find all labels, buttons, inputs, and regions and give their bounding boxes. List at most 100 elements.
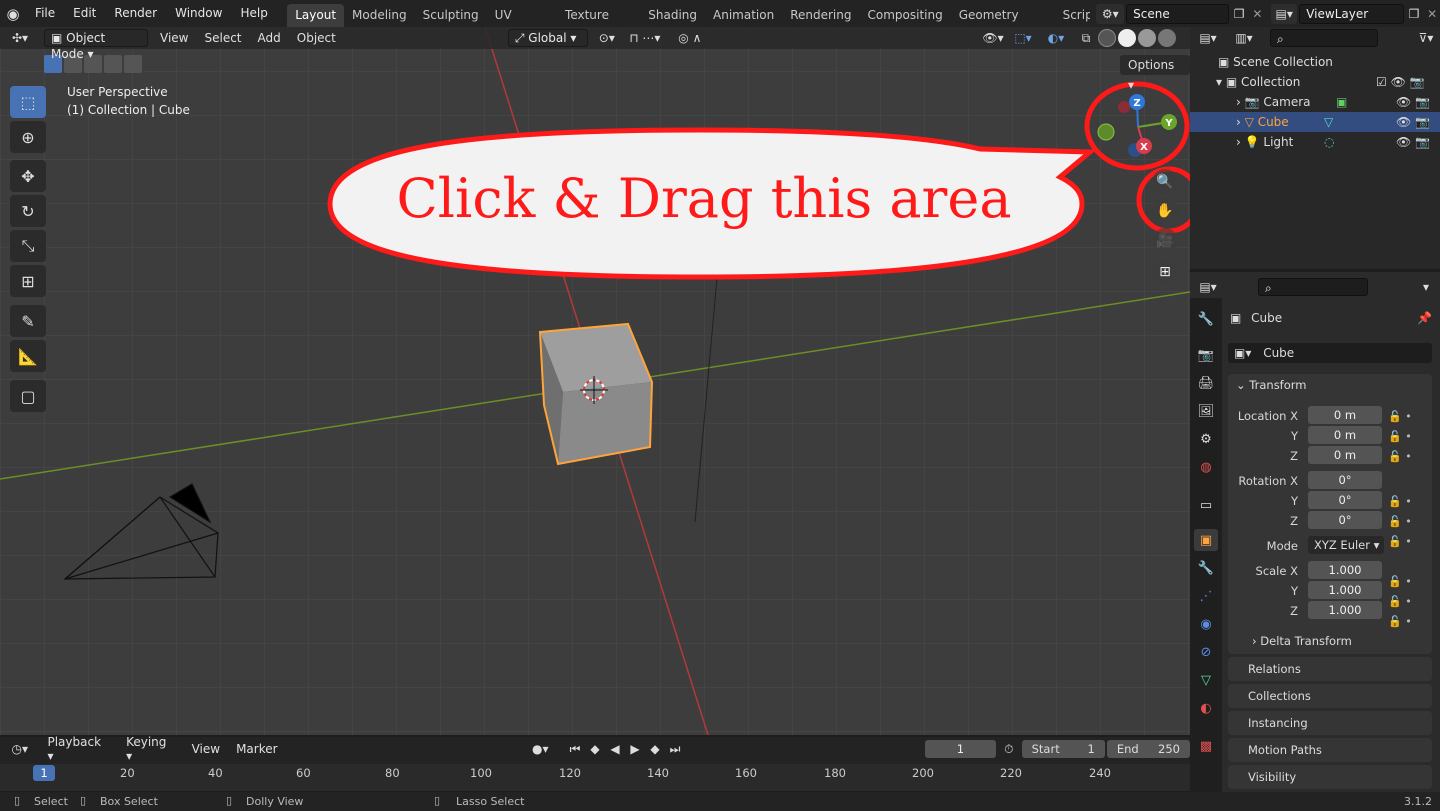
scale-y-field[interactable]: 1.000 bbox=[1308, 581, 1382, 599]
new-view-layer-icon[interactable]: ❐ bbox=[1404, 7, 1425, 21]
props-menu-icon[interactable]: ▾ bbox=[1412, 280, 1440, 294]
rotation-y-field[interactable]: 0° bbox=[1308, 491, 1382, 509]
scale-tool-icon[interactable]: ⤡ bbox=[10, 230, 46, 262]
tab-geometry-nodes[interactable]: Geometry Nodes bbox=[951, 4, 1055, 45]
tab-texture-paint[interactable]: Texture Paint bbox=[557, 4, 640, 45]
material-tab-icon[interactable]: ◐ bbox=[1194, 697, 1218, 719]
delete-scene-icon[interactable]: ✕ bbox=[1250, 7, 1266, 21]
relations-panel[interactable]: Relations bbox=[1228, 657, 1432, 681]
current-frame-indicator[interactable]: 1 bbox=[33, 765, 55, 781]
view-menu[interactable]: View bbox=[152, 31, 196, 45]
tab-shading[interactable]: Shading bbox=[640, 4, 705, 27]
editor-type-icon[interactable]: ✣▾ bbox=[0, 31, 40, 45]
snap-icon[interactable]: ⊓ ⋯▾ bbox=[622, 31, 668, 45]
delta-transform-header[interactable]: › Delta Transform bbox=[1252, 634, 1352, 648]
collection-tab-icon[interactable]: ▭ bbox=[1194, 494, 1218, 516]
tab-scripting[interactable]: Scripting bbox=[1055, 4, 1091, 27]
view-layer-field[interactable]: ViewLayer bbox=[1299, 3, 1404, 24]
shading-modes[interactable] bbox=[1098, 29, 1176, 47]
rotation-z-field[interactable]: 0° bbox=[1308, 511, 1382, 529]
outliner-editor-icon[interactable]: ▤▾ bbox=[1190, 31, 1226, 45]
rotation-mode-dropdown[interactable]: XYZ Euler ▾ bbox=[1308, 536, 1384, 554]
tab-sculpting[interactable]: Sculpting bbox=[415, 4, 487, 27]
outliner-item-light[interactable]: › 💡 Light ◌ 👁 📷 bbox=[1190, 132, 1440, 152]
scene-field[interactable]: Scene bbox=[1126, 3, 1229, 24]
scale-z-field[interactable]: 1.000 bbox=[1308, 601, 1382, 619]
record-icon[interactable]: ●▾ bbox=[521, 742, 560, 756]
zoom-icon[interactable]: 🔍 bbox=[1152, 169, 1178, 195]
particles-tab-icon[interactable]: ⋰ bbox=[1194, 585, 1218, 607]
object-tab-icon[interactable]: ▣ bbox=[1194, 529, 1218, 551]
gizmo-toggle-icon[interactable]: ⬚▾ bbox=[1008, 31, 1038, 45]
data-tab-icon[interactable]: ▽ bbox=[1194, 669, 1218, 691]
add-cube-tool-icon[interactable]: ▢ bbox=[10, 380, 46, 412]
new-scene-icon[interactable]: ❐ bbox=[1229, 7, 1250, 21]
playback-menu[interactable]: Playback ▾ bbox=[39, 735, 118, 763]
lock-icons[interactable]: 🔓 • 🔓 • 🔓 • 🔓 • 🔓 • 🔓 • 🔓 • 🔓 • 🔓 • bbox=[1388, 407, 1424, 632]
timeline-view-menu[interactable]: View bbox=[184, 742, 228, 756]
3d-viewport[interactable]: Click & Drag this area Z Y X User Perspe… bbox=[0, 27, 1190, 735]
rotate-tool-icon[interactable]: ↻ bbox=[10, 195, 46, 227]
add-menu[interactable]: Add bbox=[250, 31, 289, 45]
move-tool-icon[interactable]: ✥ bbox=[10, 160, 46, 192]
timeline-editor-icon[interactable]: ◷▾ bbox=[0, 742, 39, 756]
output-tab-icon[interactable]: 🖨 bbox=[1194, 372, 1218, 394]
props-editor-icon[interactable]: ▤▾ bbox=[1190, 280, 1226, 294]
rotation-x-field[interactable]: 0° bbox=[1308, 471, 1382, 489]
menu-window[interactable]: Window bbox=[166, 0, 231, 27]
outliner-scene-collection[interactable]: ▣ Scene Collection bbox=[1190, 52, 1440, 72]
navigation-gizmo[interactable]: Z Y X bbox=[1090, 90, 1190, 170]
scale-x-field[interactable]: 1.000 bbox=[1308, 561, 1382, 579]
constraints-tab-icon[interactable]: ⊘ bbox=[1194, 641, 1218, 663]
measure-tool-icon[interactable]: 📐 bbox=[10, 340, 46, 372]
menu-help[interactable]: Help bbox=[231, 0, 276, 27]
menu-edit[interactable]: Edit bbox=[64, 0, 105, 27]
outliner-collection[interactable]: ▾ ▣ Collection ☑ 👁 📷 bbox=[1190, 72, 1440, 92]
cursor-tool-icon[interactable]: ⊕ bbox=[10, 121, 46, 153]
overlay-toggle-icon[interactable]: ◐▾ bbox=[1038, 31, 1074, 45]
object-name-field[interactable]: ▣▾ Cube bbox=[1228, 343, 1432, 363]
transform-orientation-dropdown[interactable]: ⤢ Global ▾ bbox=[507, 29, 588, 47]
view-layer-icon[interactable]: ▤▾ bbox=[1271, 3, 1298, 24]
texture-tab-icon[interactable]: ▩ bbox=[1194, 735, 1218, 757]
scene-tab-icon[interactable]: ⚙ bbox=[1194, 428, 1218, 450]
end-frame-field[interactable]: End 250 bbox=[1106, 740, 1190, 758]
select-tool-icon[interactable]: ⬚ bbox=[10, 86, 46, 118]
instancing-panel[interactable]: Instancing bbox=[1228, 711, 1432, 735]
location-z-field[interactable]: 0 m bbox=[1308, 446, 1382, 464]
outliner-item-cube[interactable]: › ▽ Cube ▽ 👁 📷 bbox=[1190, 112, 1440, 132]
mode-dropdown[interactable]: ▣ Object Mode ▾ bbox=[44, 29, 148, 61]
filter-icon[interactable]: ⊽▾ bbox=[1412, 31, 1440, 45]
transform-tool-icon[interactable]: ⊞ bbox=[10, 265, 46, 297]
delete-view-layer-icon[interactable]: ✕ bbox=[1424, 7, 1440, 21]
tool-tab-icon[interactable]: 🔧 bbox=[1194, 308, 1218, 330]
menu-render[interactable]: Render bbox=[105, 0, 166, 27]
current-frame-field[interactable]: 1 bbox=[924, 740, 996, 758]
playback-controls[interactable]: ⏮ ◆ ◀ ▶ ◆ ⏭ bbox=[566, 742, 684, 757]
world-tab-icon[interactable]: ◍ bbox=[1194, 456, 1218, 478]
tab-compositing[interactable]: Compositing bbox=[859, 4, 950, 27]
blender-logo-icon[interactable]: ◉ bbox=[0, 5, 26, 23]
display-mode-icon[interactable]: ▥▾ bbox=[1226, 31, 1262, 45]
physics-tab-icon[interactable]: ◉ bbox=[1194, 613, 1218, 635]
annotate-tool-icon[interactable]: ✎ bbox=[10, 305, 46, 337]
view-layer-tab-icon[interactable]: 🖼 bbox=[1194, 400, 1218, 422]
proportional-edit-icon[interactable]: ◎ ∧ bbox=[668, 31, 712, 45]
modifier-tab-icon[interactable]: 🔧 bbox=[1194, 557, 1218, 579]
marker-menu[interactable]: Marker bbox=[228, 742, 285, 756]
visibility-icon[interactable]: 👁▾ bbox=[978, 31, 1008, 45]
start-frame-field[interactable]: Start 1 bbox=[1021, 740, 1105, 758]
menu-file[interactable]: File bbox=[26, 0, 64, 27]
object-menu[interactable]: Object bbox=[289, 31, 344, 45]
pin-icon[interactable]: 📌 bbox=[1417, 308, 1432, 328]
scene-icon[interactable]: ⚙▾ bbox=[1096, 3, 1125, 24]
camera-view-icon[interactable]: 🎥 bbox=[1152, 228, 1178, 254]
stopwatch-icon[interactable]: ⏱ bbox=[996, 742, 1022, 757]
keying-menu[interactable]: Keying ▾ bbox=[118, 735, 184, 763]
tab-animation[interactable]: Animation bbox=[705, 4, 782, 27]
outliner-item-camera[interactable]: › 📷 Camera ▣ 👁 📷 bbox=[1190, 92, 1440, 112]
outliner-search-input[interactable]: ⌕ bbox=[1270, 29, 1378, 47]
tab-rendering[interactable]: Rendering bbox=[782, 4, 859, 27]
tab-layout[interactable]: Layout bbox=[287, 4, 345, 27]
ortho-grid-icon[interactable]: ⊞ bbox=[1152, 259, 1178, 285]
